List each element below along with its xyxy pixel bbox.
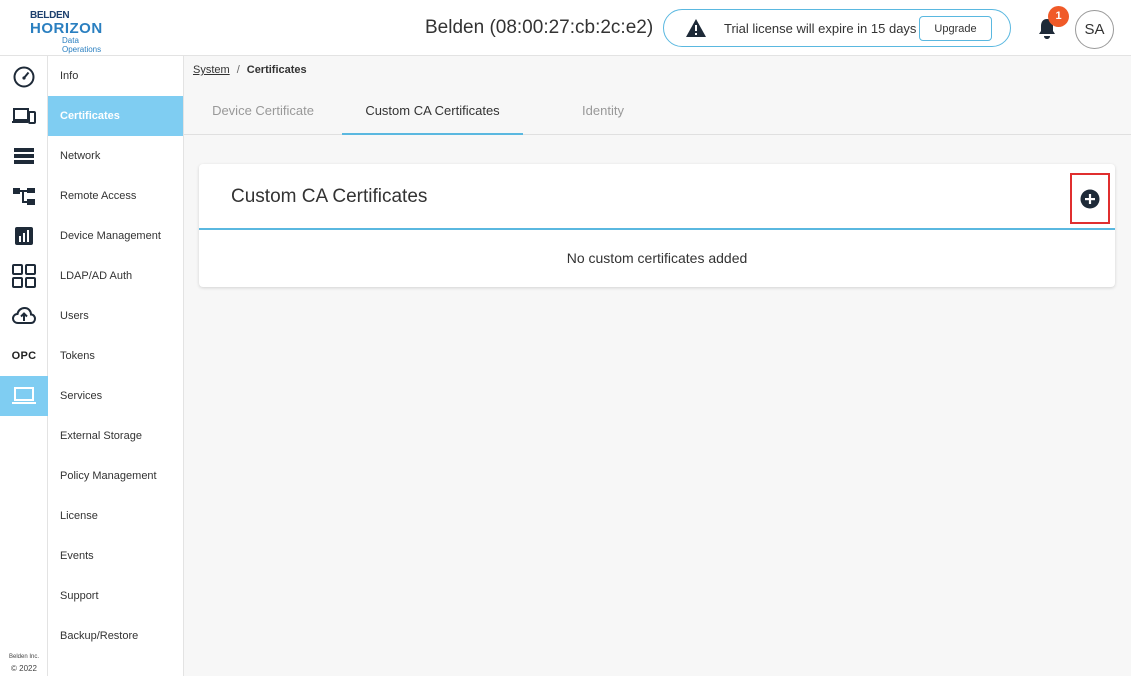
- dashboard-icon: [13, 66, 35, 88]
- devices-icon: [12, 108, 36, 124]
- add-certificate-button[interactable]: [1070, 173, 1110, 224]
- subnav-item-users[interactable]: Users: [48, 296, 183, 336]
- rail-list[interactable]: [0, 136, 48, 176]
- rail-topology[interactable]: [0, 176, 48, 216]
- card-title: Custom CA Certificates: [231, 186, 428, 207]
- subnav-item-support[interactable]: Support: [48, 576, 183, 616]
- device-title: Belden (08:00:27:cb:2c:e2): [425, 17, 654, 38]
- trial-license-banner: Trial license will expire in 15 days Upg…: [663, 9, 1011, 47]
- card-header: Custom CA Certificates: [199, 164, 1115, 230]
- rail-apps[interactable]: [0, 256, 48, 296]
- opc-icon: OPC: [11, 350, 37, 362]
- rail-devices[interactable]: [0, 96, 48, 136]
- system-subnav: Info Certificates Network Remote Access …: [48, 56, 184, 676]
- logo-main-text: HORIZON: [30, 20, 103, 37]
- trial-message: Trial license will expire in 15 days: [724, 21, 917, 36]
- subnav-item-ldap-ad-auth[interactable]: LDAP/AD Auth: [48, 256, 183, 296]
- notification-count-badge: 1: [1048, 6, 1069, 27]
- subnav-item-license[interactable]: License: [48, 496, 183, 536]
- rail-dashboard[interactable]: [0, 56, 48, 96]
- subnav-item-backup-restore[interactable]: Backup/Restore: [48, 616, 183, 656]
- belden-horizon-logo[interactable]: BELDEN HORIZON Data Operations: [30, 10, 120, 54]
- tab-identity[interactable]: Identity: [523, 88, 683, 135]
- system-laptop-icon: [12, 387, 36, 404]
- logo-sub-text: Data Operations: [62, 36, 102, 54]
- subnav-item-tokens[interactable]: Tokens: [48, 336, 183, 376]
- subnav-item-device-management[interactable]: Device Management: [48, 216, 183, 256]
- custom-ca-certificates-card: Custom CA Certificates No custom certifi…: [199, 164, 1115, 287]
- tab-device-certificate[interactable]: Device Certificate: [184, 88, 342, 135]
- apps-grid-icon: [12, 264, 36, 288]
- tab-custom-ca-certificates[interactable]: Custom CA Certificates: [342, 88, 523, 135]
- certificate-tabs: Device Certificate Custom CA Certificate…: [184, 88, 1131, 135]
- analytics-icon: [15, 227, 33, 245]
- subnav-item-external-storage[interactable]: External Storage: [48, 416, 183, 456]
- upgrade-button[interactable]: Upgrade: [919, 16, 992, 41]
- user-avatar[interactable]: SA: [1075, 10, 1114, 49]
- warning-icon: [686, 19, 706, 37]
- breadcrumb-current: Certificates: [246, 64, 307, 76]
- breadcrumb: System / Certificates: [193, 64, 307, 76]
- copyright-company: Belden Inc.: [8, 654, 40, 660]
- subnav-item-events[interactable]: Events: [48, 536, 183, 576]
- plus-circle-icon: [1080, 189, 1100, 208]
- rail-cloud[interactable]: [0, 296, 48, 336]
- top-header: BELDEN HORIZON Data Operations Belden (0…: [0, 0, 1131, 56]
- rail-system[interactable]: [0, 376, 48, 416]
- topology-icon: [13, 188, 35, 205]
- empty-state-message: No custom certificates added: [566, 250, 748, 266]
- copyright: Belden Inc. © 2022: [0, 652, 48, 674]
- copyright-year: © 2022: [11, 664, 37, 673]
- list-icon: [14, 148, 34, 164]
- cloud-upload-icon: [12, 306, 36, 324]
- subnav-item-services[interactable]: Services: [48, 376, 183, 416]
- subnav-item-remote-access[interactable]: Remote Access: [48, 176, 183, 216]
- breadcrumb-separator: /: [236, 64, 240, 76]
- subnav-item-network[interactable]: Network: [48, 136, 183, 176]
- icon-rail: OPC Belden Inc. © 2022: [0, 56, 48, 676]
- subnav-item-certificates[interactable]: Certificates: [48, 96, 183, 136]
- rail-analytics[interactable]: [0, 216, 48, 256]
- rail-opc[interactable]: OPC: [0, 336, 48, 376]
- subnav-item-policy-management[interactable]: Policy Management: [48, 456, 183, 496]
- breadcrumb-system-link[interactable]: System: [193, 64, 230, 76]
- subnav-item-info[interactable]: Info: [48, 56, 183, 96]
